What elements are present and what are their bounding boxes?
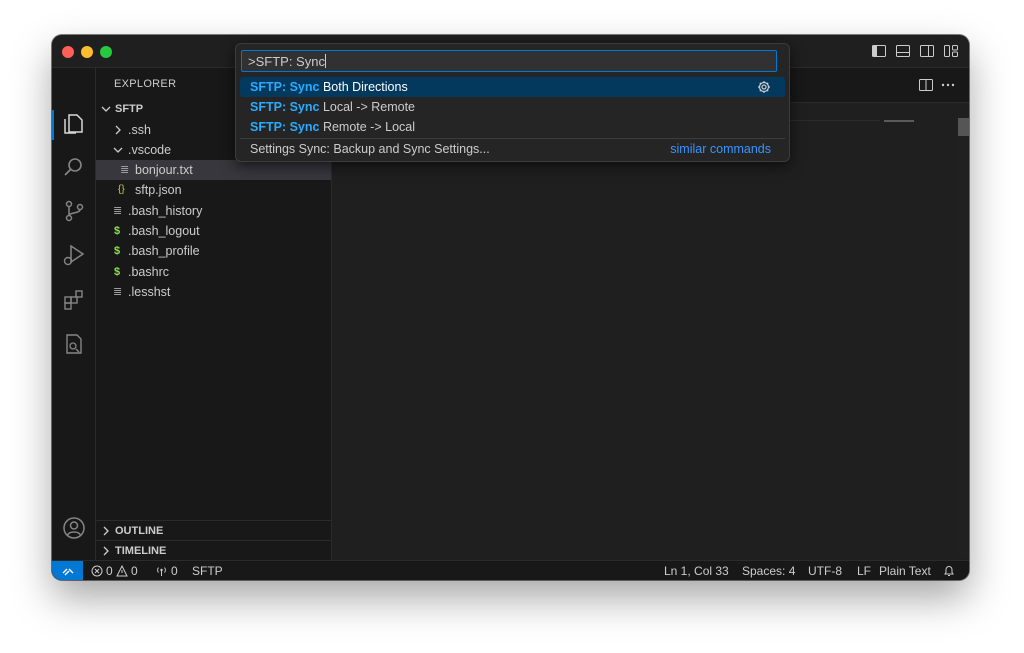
tree-item-lesshst[interactable]: ≣ .lesshst [96, 282, 331, 302]
more-actions-icon[interactable] [940, 77, 956, 93]
tree-item-label: .bash_logout [128, 224, 200, 238]
command-item-sync-local-remote[interactable]: SFTP: Sync Local -> Remote [240, 97, 785, 117]
remote-indicator[interactable] [52, 561, 83, 580]
end-of-line[interactable]: LF [857, 561, 871, 580]
tree-item-bash-profile[interactable]: $ .bash_profile [96, 241, 331, 261]
remote-icon [62, 568, 74, 576]
remote-explorer-icon[interactable] [61, 331, 87, 357]
ports-count[interactable]: 0 [171, 561, 178, 580]
warning-count[interactable]: 0 [131, 561, 138, 580]
command-item-sync-remote-local[interactable]: SFTP: Sync Remote -> Local [240, 117, 785, 137]
language-mode[interactable]: Plain Text [879, 561, 931, 580]
editor-scrollbar[interactable] [958, 118, 969, 558]
timeline-section-header[interactable]: TIMELINE [96, 540, 331, 561]
run-and-debug-icon[interactable] [61, 242, 87, 268]
error-icon[interactable] [91, 565, 103, 577]
active-indicator [52, 110, 54, 140]
explorer-files-icon[interactable] [61, 111, 87, 137]
tree-item-sftp-json[interactable]: {} sftp.json [96, 180, 331, 200]
sftp-status[interactable]: SFTP [192, 561, 223, 580]
chevron-right-icon [115, 125, 121, 135]
tree-item-bash-history[interactable]: ≣ .bash_history [96, 201, 331, 221]
warning-icon[interactable] [116, 565, 128, 577]
indentation[interactable]: Spaces: 4 [742, 561, 795, 580]
command-label: Local -> Remote [319, 100, 416, 114]
text-file-icon: ≣ [113, 205, 123, 217]
account-icon[interactable] [61, 515, 87, 541]
customize-layout-icon[interactable] [943, 43, 959, 59]
toggle-primary-sidebar-icon[interactable] [871, 43, 887, 59]
tree-item-label: bonjour.txt [135, 163, 193, 177]
configure-keybinding-gear-icon[interactable] [757, 80, 771, 94]
json-file-icon: {} [118, 184, 125, 195]
minimize-window-button[interactable] [81, 46, 93, 58]
command-highlight: SFTP: Sync [250, 100, 320, 114]
text-caret [324, 54, 326, 68]
activity-bar [52, 68, 96, 580]
shell-file-icon: $ [114, 225, 121, 237]
maximize-window-button[interactable] [100, 46, 112, 58]
outline-section-header[interactable]: OUTLINE [96, 520, 331, 541]
toggle-panel-icon[interactable] [895, 43, 911, 59]
cursor-position[interactable]: Ln 1, Col 33 [664, 561, 729, 580]
search-icon[interactable] [61, 154, 87, 180]
source-control-icon[interactable] [61, 198, 87, 224]
command-palette: >SFTP: Sync SFTP: Sync Both Directions S… [235, 43, 790, 162]
similar-commands-link[interactable]: similar commands [670, 139, 771, 159]
extensions-icon[interactable] [61, 287, 87, 313]
text-file-icon: ≣ [113, 286, 123, 298]
command-label: Settings Sync: Backup and Sync Settings.… [250, 142, 490, 156]
outline-label: OUTLINE [115, 525, 164, 537]
error-count[interactable]: 0 [106, 561, 113, 580]
command-label: Both Directions [319, 80, 408, 94]
minimap-line [884, 120, 914, 122]
broadcast-icon[interactable] [155, 565, 168, 577]
tree-item-label: sftp.json [135, 183, 182, 197]
chevron-down-icon [113, 147, 123, 153]
notifications-bell-icon[interactable] [943, 564, 955, 578]
tree-item-label: .vscode [128, 143, 172, 157]
tree-item-label: .bash_history [128, 204, 203, 218]
sidebar-title: EXPLORER [114, 78, 177, 90]
tree-item-label: .bashrc [128, 265, 169, 279]
command-palette-query: >SFTP: Sync [248, 54, 325, 69]
tree-item-label: .lesshst [128, 285, 171, 299]
shell-file-icon: $ [114, 245, 121, 257]
tree-item-bonjour-txt[interactable]: ≣ bonjour.txt [96, 160, 331, 180]
tree-item-label: .bash_profile [128, 244, 200, 258]
command-highlight: SFTP: Sync [250, 120, 320, 134]
status-bar: 0 0 0 SFTP Ln 1, Col 33 Spaces: 4 UTF-8 … [52, 560, 969, 580]
command-highlight: SFTP: Sync [250, 80, 320, 94]
command-item-settings-sync[interactable]: Settings Sync: Backup and Sync Settings.… [240, 139, 785, 159]
command-item-sync-both[interactable]: SFTP: Sync Both Directions [240, 77, 785, 97]
tree-item-bashrc[interactable]: $ .bashrc [96, 262, 331, 282]
chevron-right-icon [103, 546, 109, 556]
shell-file-icon: $ [114, 266, 121, 278]
timeline-label: TIMELINE [115, 545, 167, 557]
command-label: Remote -> Local [319, 120, 416, 134]
tree-item-label: .ssh [128, 123, 151, 137]
encoding[interactable]: UTF-8 [808, 561, 842, 580]
scrollbar-thumb[interactable] [958, 118, 969, 136]
tree-item-bash-logout[interactable]: $ .bash_logout [96, 221, 331, 241]
tree-root-label: SFTP [115, 103, 144, 115]
chevron-down-icon [101, 106, 111, 112]
toggle-secondary-sidebar-icon[interactable] [919, 43, 935, 59]
chevron-right-icon [103, 526, 109, 536]
text-file-icon: ≣ [120, 164, 130, 176]
command-palette-input[interactable]: >SFTP: Sync [241, 50, 777, 72]
close-window-button[interactable] [62, 46, 74, 58]
split-editor-icon[interactable] [918, 77, 934, 93]
